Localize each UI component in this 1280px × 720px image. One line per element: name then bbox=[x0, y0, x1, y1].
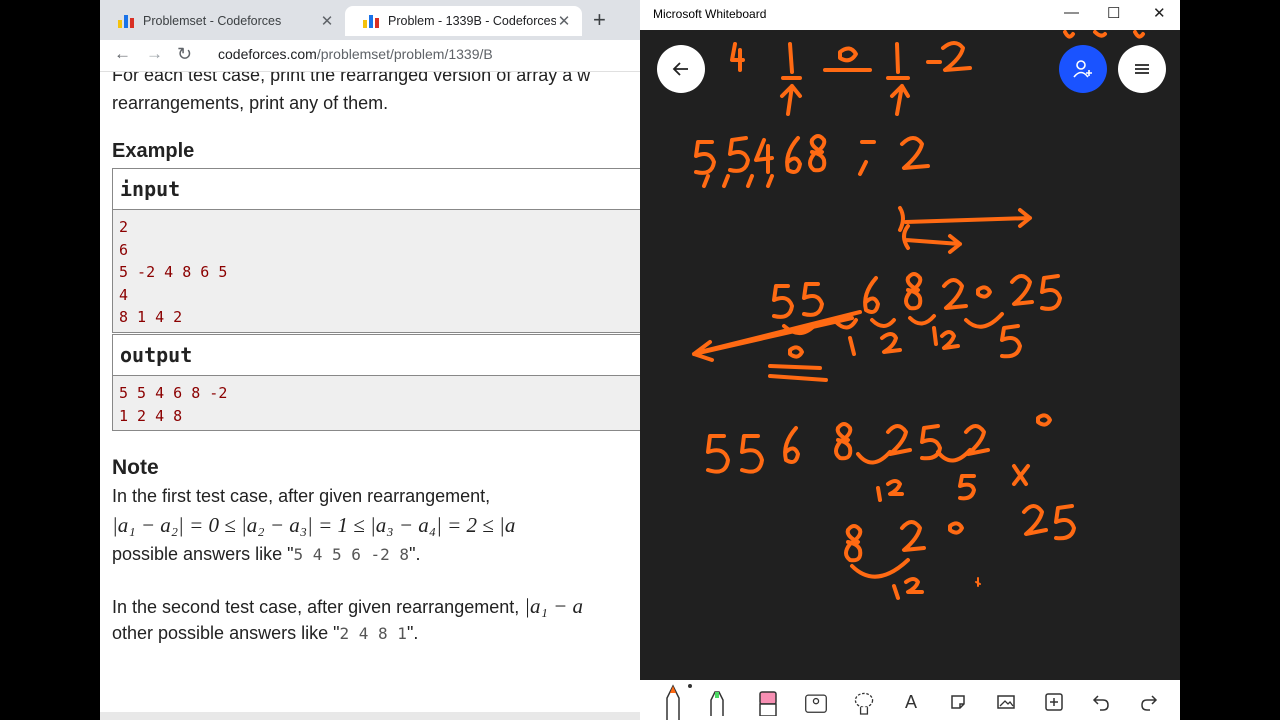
back-arrow-icon[interactable]: ← bbox=[114, 44, 131, 64]
input-line: 2 bbox=[119, 218, 129, 236]
forward-arrow-icon[interactable]: → bbox=[146, 44, 163, 64]
text-fragment: possible answers like " bbox=[112, 544, 294, 564]
note1-math: |a₁ − a₂| = 0 ≤ |a₂ − a₃| = 1 ≤ |a₃ − a₄… bbox=[112, 513, 516, 537]
output-box: output 5 5 4 6 8 -2 1 2 4 8 bbox=[112, 334, 640, 431]
output-line: 1 2 4 8 bbox=[119, 406, 183, 425]
menu-button[interactable] bbox=[1118, 45, 1166, 93]
back-button[interactable] bbox=[657, 45, 705, 93]
output-line: 5 5 4 6 8 -2 bbox=[119, 384, 228, 402]
reload-icon[interactable]: ↻ bbox=[177, 44, 192, 65]
note1-text: In the first test case, after given rear… bbox=[112, 486, 491, 506]
close-icon[interactable]: ✕ bbox=[1153, 4, 1166, 22]
address-bar[interactable]: codeforces.com/problemset/problem/1339/B bbox=[218, 46, 493, 62]
input-line: 6 bbox=[119, 240, 129, 259]
add-icon[interactable] bbox=[1042, 690, 1066, 714]
close-tab-icon[interactable]: ✕ bbox=[319, 12, 335, 30]
codeforces-icon bbox=[363, 14, 379, 28]
browser-toolbar: ← → ↻ codeforces.com/problemset/problem/… bbox=[100, 40, 640, 72]
active-tool-dot bbox=[688, 684, 692, 688]
output-content[interactable]: 5 5 4 6 8 -2 1 2 4 8 bbox=[113, 376, 640, 430]
note2-math: |a₁ − a bbox=[524, 594, 583, 618]
lasso-tool-icon[interactable] bbox=[852, 690, 876, 715]
input-content[interactable]: 2 6 5 -2 4 8 6 5 4 8 1 4 2 bbox=[113, 210, 640, 332]
input-line: 5 -2 4 8 6 5 bbox=[119, 263, 228, 281]
minimize-icon[interactable]: — bbox=[1064, 4, 1079, 21]
whiteboard-titlebar: Microsoft Whiteboard — ☐ ✕ bbox=[640, 0, 1180, 30]
text-fragment: ". bbox=[406, 623, 419, 643]
ink-mid-row bbox=[692, 272, 1062, 382]
partial-text-line: For each test case, print the rearranged… bbox=[112, 72, 591, 85]
ink-bottom-row bbox=[844, 504, 1076, 600]
highlighter-tool-icon[interactable] bbox=[705, 690, 729, 716]
close-tab-icon[interactable]: ✕ bbox=[556, 12, 572, 30]
note2-tail: other possible answers like "2 4 8 1". bbox=[112, 623, 418, 644]
maximize-icon[interactable]: ☐ bbox=[1107, 4, 1120, 22]
add-person-icon bbox=[1073, 60, 1092, 78]
ink-arrows bbox=[898, 206, 1032, 254]
output-label: output bbox=[113, 335, 640, 376]
text-fragment: ". bbox=[409, 544, 421, 564]
tab-title: Problem - 1339B - Codeforces bbox=[388, 14, 556, 28]
tab-problemset[interactable]: Problemset - Codeforces ✕ bbox=[100, 6, 345, 36]
input-line: 4 bbox=[119, 285, 129, 304]
ink-canvas[interactable] bbox=[640, 30, 1180, 680]
tab-title: Problemset - Codeforces bbox=[143, 14, 282, 28]
tab-strip: Problemset - Codeforces ✕ Problem - 1339… bbox=[100, 0, 640, 40]
hamburger-icon bbox=[1135, 64, 1149, 74]
ink-seq-row bbox=[694, 134, 930, 188]
invite-button[interactable] bbox=[1059, 45, 1107, 93]
whiteboard-title: Microsoft Whiteboard bbox=[653, 7, 767, 21]
ink-toolbar: A bbox=[640, 680, 1180, 720]
sticky-note-icon[interactable] bbox=[946, 690, 970, 714]
input-label: input bbox=[113, 169, 640, 210]
url-path: /problemset/problem/1339/B bbox=[316, 46, 493, 62]
input-box: input 2 6 5 -2 4 8 6 5 4 8 1 4 2 bbox=[112, 168, 640, 333]
new-tab-button[interactable]: + bbox=[593, 9, 606, 31]
browser-window: Problemset - Codeforces ✕ Problem - 1339… bbox=[100, 0, 640, 720]
eraser-tool-icon[interactable] bbox=[756, 690, 780, 716]
undo-icon[interactable] bbox=[1089, 690, 1113, 714]
note-heading: Note bbox=[112, 456, 159, 479]
ink-low-row bbox=[706, 413, 1052, 502]
url-host: codeforces.com bbox=[218, 46, 317, 62]
note2-line: In the second test case, after given rea… bbox=[112, 594, 583, 619]
tab-problem-1339b[interactable]: Problem - 1339B - Codeforces ✕ bbox=[345, 6, 582, 36]
input-line: 8 1 4 2 bbox=[119, 308, 183, 326]
note2-text: In the second test case, after given rea… bbox=[112, 597, 520, 617]
ruler-tool-icon[interactable] bbox=[804, 690, 828, 714]
image-icon[interactable] bbox=[994, 690, 1018, 714]
note1-tail: possible answers like "5 4 5 6 -2 8". bbox=[112, 544, 420, 565]
codeforces-icon bbox=[118, 14, 134, 28]
text-tool-icon[interactable]: A bbox=[899, 690, 923, 714]
code-fragment: 2 4 8 1 bbox=[339, 624, 407, 643]
pen-tool-icon[interactable] bbox=[661, 682, 685, 720]
horizontal-scrollbar[interactable] bbox=[100, 712, 640, 720]
problem-statement: For each test case, print the rearranged… bbox=[100, 72, 640, 712]
text-fragment: other possible answers like " bbox=[112, 623, 340, 643]
back-arrow-icon bbox=[672, 62, 688, 76]
redo-icon[interactable] bbox=[1137, 690, 1161, 714]
whiteboard-window: Microsoft Whiteboard — ☐ ✕ A bbox=[640, 0, 1180, 720]
text-line: rearrangements, print any of them. bbox=[112, 93, 389, 113]
code-fragment: 5 4 5 6 -2 8 bbox=[293, 545, 410, 564]
example-heading: Example bbox=[112, 140, 195, 162]
